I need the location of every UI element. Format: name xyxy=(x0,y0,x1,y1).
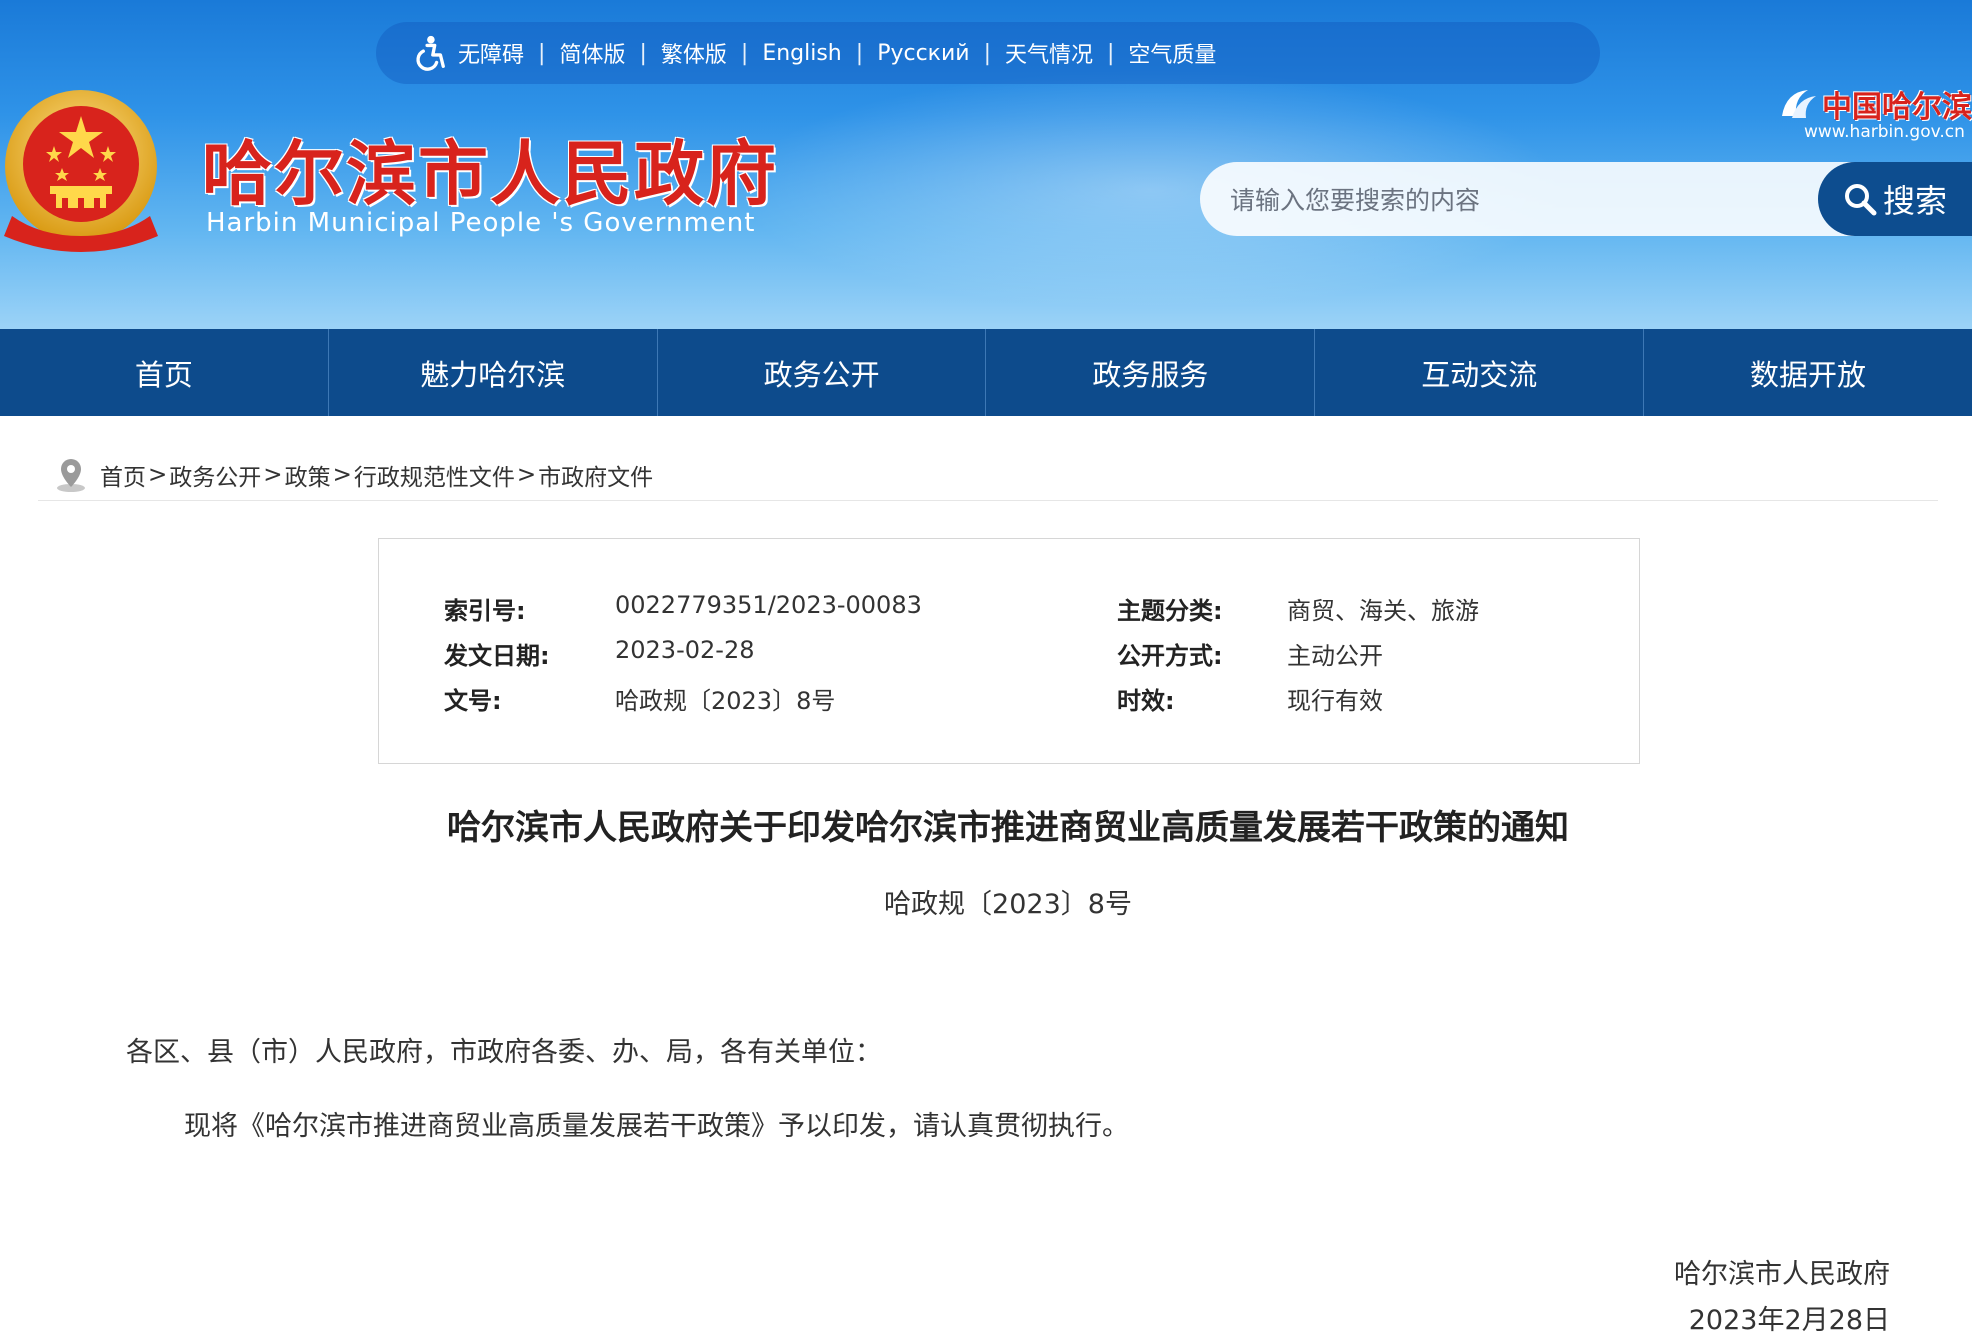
info-topic-value-wrap: 商贸、海关、旅游 xyxy=(1287,591,1479,626)
topbar-link-english[interactable]: English xyxy=(762,41,841,66)
topbar-separator: | xyxy=(639,40,647,66)
breadcrumb: 首页 > 政务公开 > 政策 > 行政规范性文件 > 市政府文件 xyxy=(38,450,1938,501)
topbar-link-accessibility[interactable]: 无障碍 xyxy=(458,37,524,69)
info-publish-value: 主动公开 xyxy=(1287,642,1383,670)
nav-item-government-affairs[interactable]: 政务公开 xyxy=(658,329,987,416)
topbar-link-air-quality[interactable]: 空气质量 xyxy=(1128,37,1216,69)
site-title-english: Harbin Municipal People 's Government xyxy=(206,208,756,238)
info-docno: 文号: xyxy=(444,681,502,716)
info-index: 索引号: xyxy=(444,591,526,626)
document-info-box: 索引号: 0022779351/2023-00083 发文日期: 2023-02… xyxy=(378,538,1640,764)
info-topic-label: 主题分类: xyxy=(1117,597,1223,625)
brand-name: 中国哈尔滨 xyxy=(1822,90,1972,125)
breadcrumb-item-home[interactable]: 首页 xyxy=(100,458,146,492)
search-icon xyxy=(1844,184,1877,216)
breadcrumb-separator: > xyxy=(263,462,283,488)
topbar-separator: | xyxy=(1107,40,1115,66)
topbar-link-russian[interactable]: Русский xyxy=(877,41,969,66)
accessibility-icon[interactable] xyxy=(410,34,448,72)
topbar-separator: | xyxy=(740,40,749,66)
nav-item-home[interactable]: 首页 xyxy=(0,329,329,416)
nav-item-government-services[interactable]: 政务服务 xyxy=(986,329,1316,416)
info-topic: 主题分类: xyxy=(1117,591,1223,626)
info-date: 发文日期: xyxy=(444,636,550,671)
info-validity-value: 现行有效 xyxy=(1287,687,1383,715)
signature-organization: 哈尔滨市人民政府 xyxy=(1674,1259,1890,1290)
info-validity: 时效: xyxy=(1117,681,1175,716)
breadcrumb-separator: > xyxy=(332,462,352,488)
nav-item-interaction[interactable]: 互动交流 xyxy=(1315,329,1645,416)
info-index-label: 索引号: xyxy=(444,597,526,625)
info-publish-value-wrap: 主动公开 xyxy=(1287,636,1383,671)
breadcrumb-item-municipal-documents[interactable]: 市政府文件 xyxy=(538,458,653,492)
topbar-separator: | xyxy=(538,40,546,66)
info-publish-label: 公开方式: xyxy=(1117,642,1223,670)
info-docno-value-wrap: 哈政规〔2023〕8号 xyxy=(615,681,835,716)
site-title-chinese: 哈尔滨市人民政府 xyxy=(202,132,778,215)
signature-date: 2023年2月28日 xyxy=(1688,1305,1890,1336)
breadcrumb-item-normative-documents[interactable]: 行政规范性文件 xyxy=(354,458,515,492)
info-index-value: 0022779351/2023-00083 xyxy=(615,591,922,619)
harbin-brand-logo[interactable]: 中国哈尔滨 www.harbin.gov.cn xyxy=(1778,82,1972,146)
breadcrumb-item-government-affairs[interactable]: 政务公开 xyxy=(169,458,261,492)
nav-item-charm-harbin[interactable]: 魅力哈尔滨 xyxy=(329,329,658,416)
info-validity-value-wrap: 现行有效 xyxy=(1287,681,1383,716)
harbin-swirl-icon xyxy=(1782,90,1816,118)
info-topic-value: 商贸、海关、旅游 xyxy=(1287,597,1479,625)
search-button-label: 搜索 xyxy=(1882,182,1947,220)
topbar-link-weather[interactable]: 天气情况 xyxy=(1005,37,1093,69)
topbar-link-traditional[interactable]: 繁体版 xyxy=(661,37,727,69)
breadcrumb-separator: > xyxy=(148,462,168,488)
article-doc-number: 哈政规〔2023〕8号 xyxy=(884,889,1132,920)
info-date-value: 2023-02-28 xyxy=(615,636,755,664)
brand-url: www.harbin.gov.cn xyxy=(1804,122,1965,142)
site-header: 无障碍 | 简体版 | 繁体版 | English | Русский | 天气… xyxy=(0,0,1972,329)
info-date-value-wrap: 2023-02-28 xyxy=(615,636,754,664)
article-body-paragraph: 现将《哈尔滨市推进商贸业高质量发展若干政策》予以印发，请认真贯彻执行。 xyxy=(184,1111,1129,1142)
article-salutation: 各区、县（市）人民政府，市政府各委、办、局，各有关单位： xyxy=(126,1037,882,1068)
topbar-link-simplified[interactable]: 简体版 xyxy=(559,37,625,69)
info-date-label: 发文日期: xyxy=(444,642,550,670)
info-docno-label: 文号: xyxy=(444,687,502,715)
topbar-separator: | xyxy=(983,40,991,66)
breadcrumb-separator: > xyxy=(516,462,537,488)
article-title: 哈尔滨市人民政府关于印发哈尔滨市推进商贸业高质量发展若干政策的通知 xyxy=(447,808,1569,848)
main-nav: 首页 魅力哈尔滨 政务公开 政务服务 互动交流 数据开放 xyxy=(0,329,1972,416)
info-publish: 公开方式: xyxy=(1117,636,1223,671)
national-emblem-icon[interactable] xyxy=(0,86,162,252)
location-pin-icon xyxy=(57,459,85,492)
search-input[interactable] xyxy=(1228,162,1772,238)
nav-item-open-data[interactable]: 数据开放 xyxy=(1644,329,1972,416)
top-utility-bar: 无障碍 | 简体版 | 繁体版 | English | Русский | 天气… xyxy=(376,22,1600,84)
search-button[interactable]: 搜索 xyxy=(1818,162,1972,236)
topbar-separator: | xyxy=(855,40,864,66)
info-index-value-wrap: 0022779351/2023-00083 xyxy=(615,591,922,619)
info-docno-value: 哈政规〔2023〕8号 xyxy=(615,687,836,715)
info-validity-label: 时效: xyxy=(1117,687,1175,715)
breadcrumb-item-policy[interactable]: 政策 xyxy=(285,458,331,492)
